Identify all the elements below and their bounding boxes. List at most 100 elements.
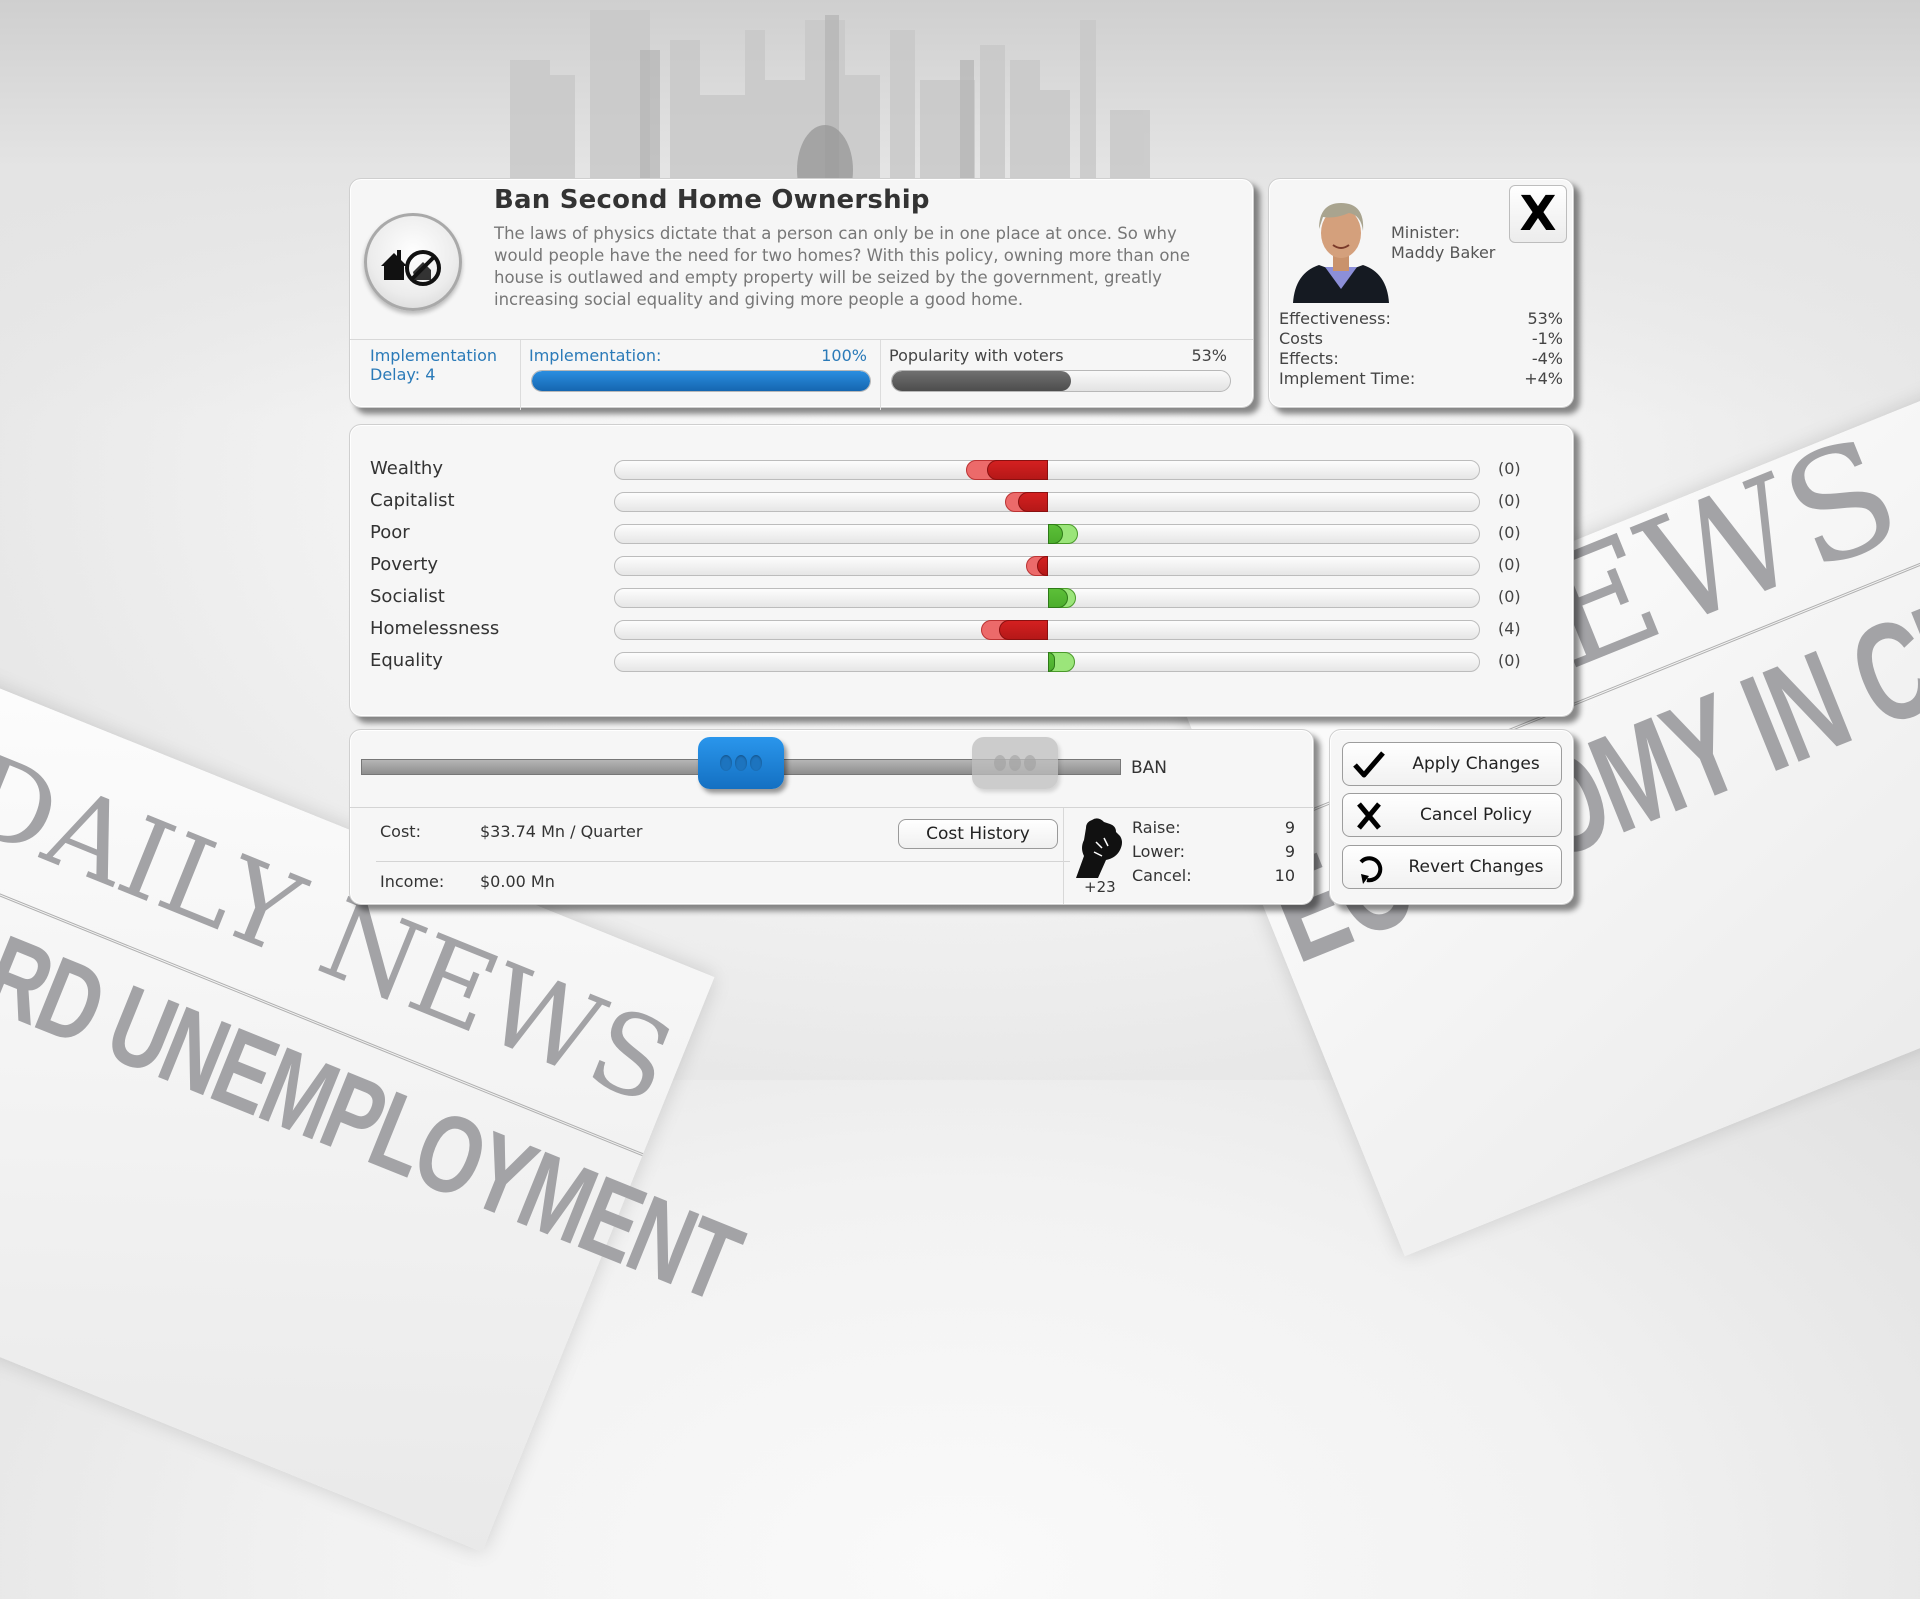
policy-title: Ban Second Home Ownership: [494, 185, 930, 215]
effect-label: Capitalist: [370, 490, 455, 511]
effect-value: (0): [1498, 491, 1521, 510]
stat-value: +4%: [1524, 369, 1563, 388]
effect-value: (0): [1498, 651, 1521, 670]
vote-row-cancel: Cancel: 10: [1132, 866, 1295, 885]
vote-value: 9: [1284, 842, 1295, 861]
vote-label: Cancel:: [1132, 866, 1192, 885]
apply-changes-label: Apply Changes: [1412, 754, 1540, 774]
revert-changes-label: Revert Changes: [1408, 857, 1544, 877]
city-skyline-image: [510, 10, 1150, 190]
policy-slider-panel: BAN Cost: $33.74 Mn / Quarter Income: $0…: [349, 729, 1314, 905]
actions-panel: Apply Changes Cancel Policy Revert Chang…: [1329, 729, 1574, 905]
stat-label: Implement Time:: [1279, 369, 1416, 388]
effect-bar-track: [614, 524, 1480, 544]
effect-value: (0): [1498, 555, 1521, 574]
vote-requirements: +23 Raise: 9 Lower: 9 Cancel: 10: [1063, 808, 1313, 904]
effect-bar-track: [614, 588, 1480, 608]
effect-value: (0): [1498, 459, 1521, 478]
policy-description: The laws of physics dictate that a perso…: [494, 224, 1191, 309]
policy-icon-badge: [364, 213, 462, 311]
effect-row[interactable]: Wealthy (0): [350, 455, 1573, 483]
cost-history-button[interactable]: Cost History: [898, 819, 1058, 849]
stat-row-effectiveness: Effectiveness: 53%: [1279, 309, 1563, 329]
policy-level-slider-handle[interactable]: [698, 737, 784, 789]
implementation-bar-fill: [532, 371, 870, 391]
effect-value: (0): [1498, 587, 1521, 606]
apply-changes-button[interactable]: Apply Changes: [1342, 742, 1562, 786]
implementation-progress: Implementation: 100%: [520, 340, 881, 410]
effect-bar-current: [1017, 492, 1048, 512]
revert-arrow-icon: [1359, 856, 1383, 884]
stat-value: -4%: [1531, 349, 1563, 368]
popularity-meter: Popularity with voters 53%: [880, 340, 1251, 410]
effect-row[interactable]: Homelessness (4): [350, 615, 1573, 643]
vote-row-lower: Lower: 9: [1132, 842, 1295, 861]
stat-row-implement-time: Implement Time: +4%: [1279, 369, 1563, 389]
policy-info-panel: Ban Second Home Ownership The laws of ph…: [349, 178, 1254, 410]
effect-row[interactable]: Poor (0): [350, 519, 1573, 547]
income-value: $0.00 Mn: [480, 872, 555, 891]
effect-bar-current: [999, 620, 1048, 640]
checkmark-icon: [1353, 751, 1385, 778]
implementation-delay: Implementation Delay: 4: [370, 346, 520, 410]
popularity-label: Popularity with voters: [889, 346, 1064, 365]
stat-value: 53%: [1527, 309, 1563, 328]
stat-label: Costs: [1279, 329, 1323, 348]
implementation-delay-label: Implementation: [370, 346, 498, 365]
minister-stats: Effectiveness: 53% Costs -1% Effects: -4% I…: [1279, 309, 1563, 389]
implementation-delay-value: Delay: 4: [370, 365, 436, 384]
minister-role-label: Minister:: [1391, 223, 1460, 242]
minister-portrait[interactable]: [1289, 193, 1393, 303]
close-button[interactable]: X: [1509, 185, 1567, 243]
effect-label: Homelessness: [370, 618, 500, 639]
finance-section: Cost: $33.74 Mn / Quarter Income: $0.00 …: [350, 807, 1313, 904]
effect-row[interactable]: Poverty (0): [350, 551, 1573, 579]
effect-bar-track: [614, 652, 1480, 672]
effect-row[interactable]: Socialist (0): [350, 583, 1573, 611]
effect-label: Poverty: [370, 554, 439, 575]
effect-bar-current: [987, 460, 1048, 480]
effect-value: (4): [1498, 619, 1521, 638]
effect-bar-track: [614, 556, 1480, 576]
income-label: Income:: [380, 872, 445, 891]
policy-stats-row: Implementation Delay: 4 Implementation: …: [350, 339, 1253, 410]
stat-label: Effectiveness:: [1279, 309, 1391, 328]
x-icon: [1357, 802, 1381, 830]
popularity-bar: [891, 370, 1231, 392]
effect-row[interactable]: Capitalist (0): [350, 487, 1573, 515]
effect-bar-track: [614, 620, 1480, 640]
effect-row[interactable]: Equality (0): [350, 647, 1573, 675]
stat-row-effects: Effects: -4%: [1279, 349, 1563, 369]
minister-panel: X Minister: Maddy Baker Effectiveness: 53…: [1268, 178, 1574, 408]
vote-label: Lower:: [1132, 842, 1186, 861]
stat-label: Effects:: [1279, 349, 1339, 368]
minister-info: Minister: Maddy Baker: [1391, 223, 1495, 263]
vote-row-raise: Raise: 9: [1132, 818, 1295, 837]
effect-bar-current: [1048, 588, 1068, 608]
slider-end-label: BAN: [1131, 758, 1168, 778]
cancel-policy-button[interactable]: Cancel Policy: [1342, 793, 1562, 837]
effect-label: Wealthy: [370, 458, 443, 479]
stat-row-costs: Costs -1%: [1279, 329, 1563, 349]
stat-value: -1%: [1531, 329, 1563, 348]
popularity-bar-fill: [892, 371, 1072, 391]
vote-value: 9: [1284, 818, 1295, 837]
effect-bar-track: [614, 492, 1480, 512]
raised-fist-icon: [1076, 818, 1122, 878]
effect-value: (0): [1498, 523, 1521, 542]
close-icon: X: [1519, 186, 1557, 242]
house-ban-icon: [381, 250, 441, 286]
effects-panel: Wealthy (0) Capitalist (0) Poor (0) Poverty (0)…: [349, 424, 1574, 717]
minister-name: Maddy Baker: [1391, 243, 1496, 262]
previous-level-handle: [971, 737, 1058, 789]
cancel-policy-label: Cancel Policy: [1420, 805, 1532, 825]
cost-label: Cost:: [380, 822, 421, 841]
popularity-value: 53%: [1191, 346, 1227, 365]
revert-changes-button[interactable]: Revert Changes: [1342, 845, 1562, 889]
implementation-bar: [531, 370, 871, 392]
effect-label: Poor: [370, 522, 410, 543]
effect-label: Socialist: [370, 586, 445, 607]
implementation-label: Implementation:: [529, 346, 662, 365]
implementation-value: 100%: [821, 346, 867, 365]
vote-label: Raise:: [1132, 818, 1181, 837]
